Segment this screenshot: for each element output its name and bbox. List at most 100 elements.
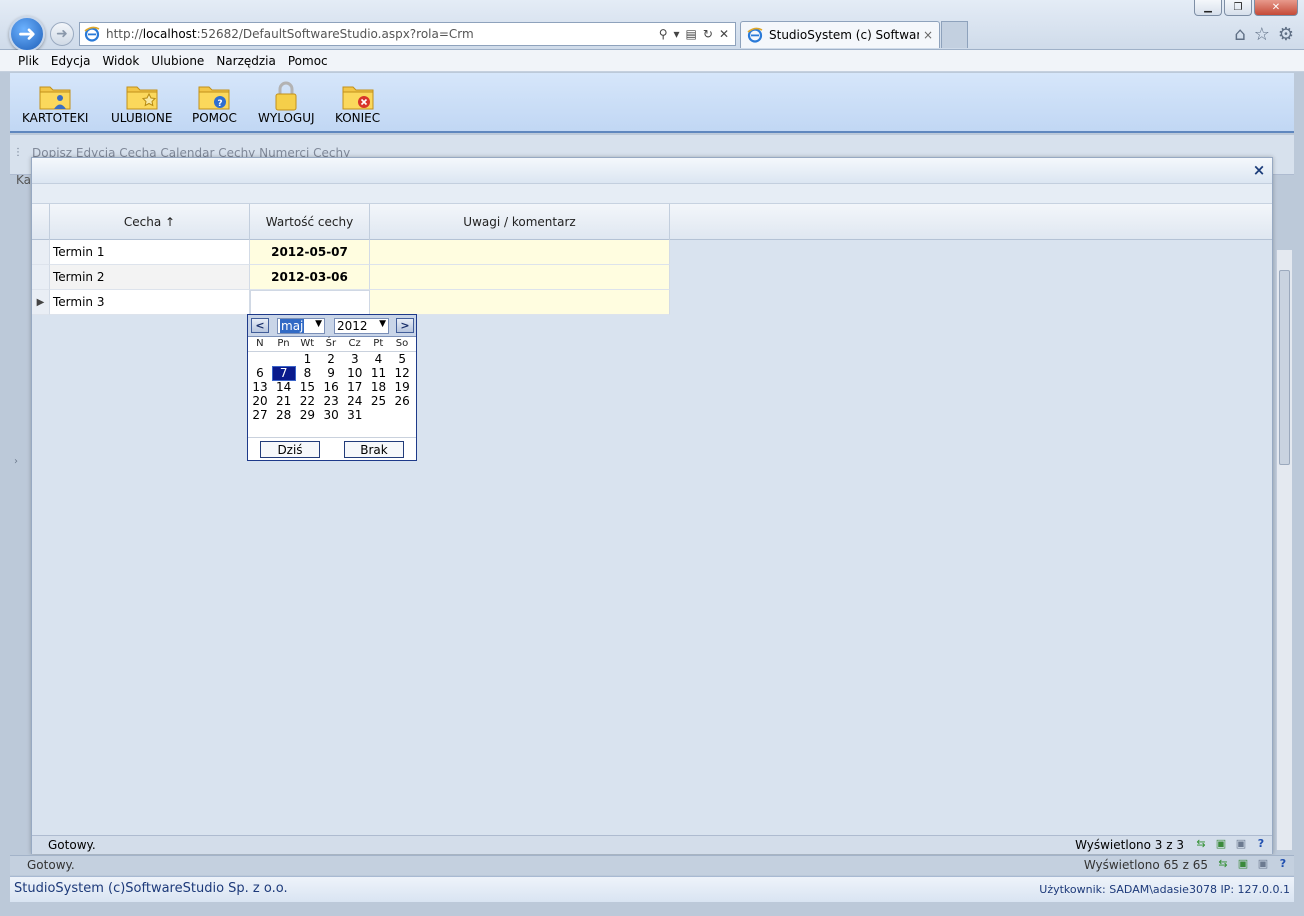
help-icon[interactable]: ? [1254,837,1268,851]
calendar-day[interactable]: 8 [296,367,318,380]
export-green-icon[interactable]: ▣ [1236,857,1250,871]
column-header-cecha[interactable]: Cecha ↑ [50,204,250,240]
kartoteki-button[interactable]: KARTOTEKI [22,81,88,125]
calendar-day[interactable]: 29 [296,409,318,422]
expand-arrow-icon[interactable]: › [14,456,18,467]
gear-icon[interactable]: ⚙ [1278,24,1294,45]
dropdown-icon[interactable]: ▾ [674,27,680,41]
calendar-day[interactable]: 17 [344,381,366,394]
calendar-day[interactable]: 23 [320,395,342,408]
clear-date-button[interactable]: Brak [344,441,404,458]
export-icon[interactable]: ▣ [1234,837,1248,851]
calendar-day[interactable]: 13 [249,381,271,394]
menu-pomoc[interactable]: Pomoc [282,54,334,68]
address-bar[interactable]: http://localhost:52682/DefaultSoftwareSt… [79,22,736,46]
stop-icon[interactable]: ✕ [719,27,729,41]
cecha-cell: Termin 2 [50,265,250,290]
refresh-icon[interactable]: ↻ [703,27,713,41]
table-row[interactable]: Termin 2 2012-03-06 [32,265,670,290]
calendar-day[interactable]: 25 [368,395,390,408]
calendar-day[interactable]: 1 [296,353,318,366]
wyloguj-button[interactable]: WYLOGUJ [258,81,315,125]
weekday-header: N Pn Wt Śr Cz Pt So [248,338,416,352]
year-select[interactable]: 2012 ▼ [334,318,389,334]
calendar-day[interactable]: 16 [320,381,342,394]
ulubione-button[interactable]: ULUBIONE [111,81,172,125]
page-record-count: Wyświetlono 65 z 65 [1083,858,1208,872]
menu-edycja[interactable]: Edycja [45,54,97,68]
calendar-day[interactable]: 24 [344,395,366,408]
calendar-day[interactable]: 26 [391,395,413,408]
refresh-arrows-icon[interactable]: ⇆ [1216,857,1230,871]
calendar-day[interactable]: 3 [344,353,366,366]
calendar-day[interactable]: 10 [344,367,366,380]
calendar-day[interactable]: 5 [391,353,413,366]
menu-ulubione[interactable]: Ulubione [145,54,210,68]
month-select[interactable]: maj ▼ [277,318,325,334]
table-row[interactable]: Termin 1 2012-05-07 [32,240,670,265]
cechy-grid: Cecha ↑ Wartość cechy Uwagi / komentarz … [32,204,1272,834]
favorites-star-icon[interactable]: ☆ [1254,24,1270,45]
scrollbar-thumb[interactable] [1279,270,1290,465]
search-icon[interactable]: ⚲ [659,27,668,41]
pomoc-button[interactable]: ? POMOC [192,81,237,125]
menu-widok[interactable]: Widok [96,54,145,68]
forward-button[interactable]: ➜ [50,22,74,46]
back-button[interactable]: ➜ [9,16,45,52]
minimize-button[interactable]: ▁ [1194,0,1222,16]
weekday-label: Wt [300,338,315,349]
calendar-day-selected[interactable]: 7 [271,366,296,381]
close-window-button[interactable]: ✕ [1254,0,1298,16]
dialog-close-button[interactable]: × [1250,161,1268,179]
calendar-day[interactable]: 2 [320,353,342,366]
column-header-wartosc[interactable]: Wartość cechy [250,204,370,240]
uwagi-cell[interactable] [370,290,670,315]
current-row-indicator[interactable]: ▶ [32,290,50,315]
koniec-button[interactable]: KONIEC [335,81,380,125]
date-value-input[interactable] [250,290,370,315]
calendar-day[interactable]: 18 [368,381,390,394]
help-icon[interactable]: ? [1276,857,1290,871]
calendar-day[interactable]: 21 [273,395,295,408]
browser-tab[interactable]: StudioSystem (c) SoftwareS... × [740,21,940,48]
page-scrollbar[interactable] [1276,250,1292,850]
calendar-day[interactable]: 12 [391,367,413,380]
wartosc-cell[interactable]: 2012-03-06 [250,265,370,290]
menu-plik[interactable]: Plik [12,54,45,68]
calendar-day[interactable]: 4 [368,353,390,366]
calendar-day[interactable]: 28 [273,409,295,422]
new-tab-button[interactable] [941,21,968,48]
uwagi-cell[interactable] [370,240,670,265]
calendar-day[interactable]: 9 [320,367,342,380]
calendar-day[interactable]: 30 [320,409,342,422]
calendar-day[interactable]: 6 [249,367,271,380]
next-month-button[interactable]: > [396,318,414,333]
column-header-uwagi[interactable]: Uwagi / komentarz [370,204,670,240]
refresh-arrows-icon[interactable]: ⇆ [1194,837,1208,851]
prev-month-button[interactable]: < [251,318,269,333]
calendar-day[interactable]: 20 [249,395,271,408]
export-icon[interactable]: ▣ [1256,857,1270,871]
today-button[interactable]: Dziś [260,441,320,458]
menu-narzedzia[interactable]: Narzędzia [210,54,282,68]
dialog-header: × [32,158,1272,184]
table-row-current[interactable]: ▶ Termin 3 [32,290,670,315]
calendar-day[interactable]: 19 [391,381,413,394]
compat-view-icon[interactable]: ▤ [686,27,697,41]
uwagi-cell[interactable] [370,265,670,290]
calendar-day[interactable]: 11 [368,367,390,380]
row-selector[interactable] [32,240,50,265]
calendar-day[interactable]: 31 [344,409,366,422]
calendar-day[interactable]: 14 [273,381,295,394]
wartosc-cell[interactable]: 2012-05-07 [250,240,370,265]
calendar-day[interactable]: 15 [296,381,318,394]
home-icon[interactable]: ⌂ [1234,24,1245,45]
folder-star-icon [126,86,158,110]
maximize-button[interactable]: ❐ [1224,0,1252,16]
calendar-day[interactable]: 22 [296,395,318,408]
tab-close-icon[interactable]: × [923,28,933,42]
grid-header: Cecha ↑ Wartość cechy Uwagi / komentarz [32,204,1272,240]
export-green-icon[interactable]: ▣ [1214,837,1228,851]
row-selector[interactable] [32,265,50,290]
calendar-day[interactable]: 27 [249,409,271,422]
